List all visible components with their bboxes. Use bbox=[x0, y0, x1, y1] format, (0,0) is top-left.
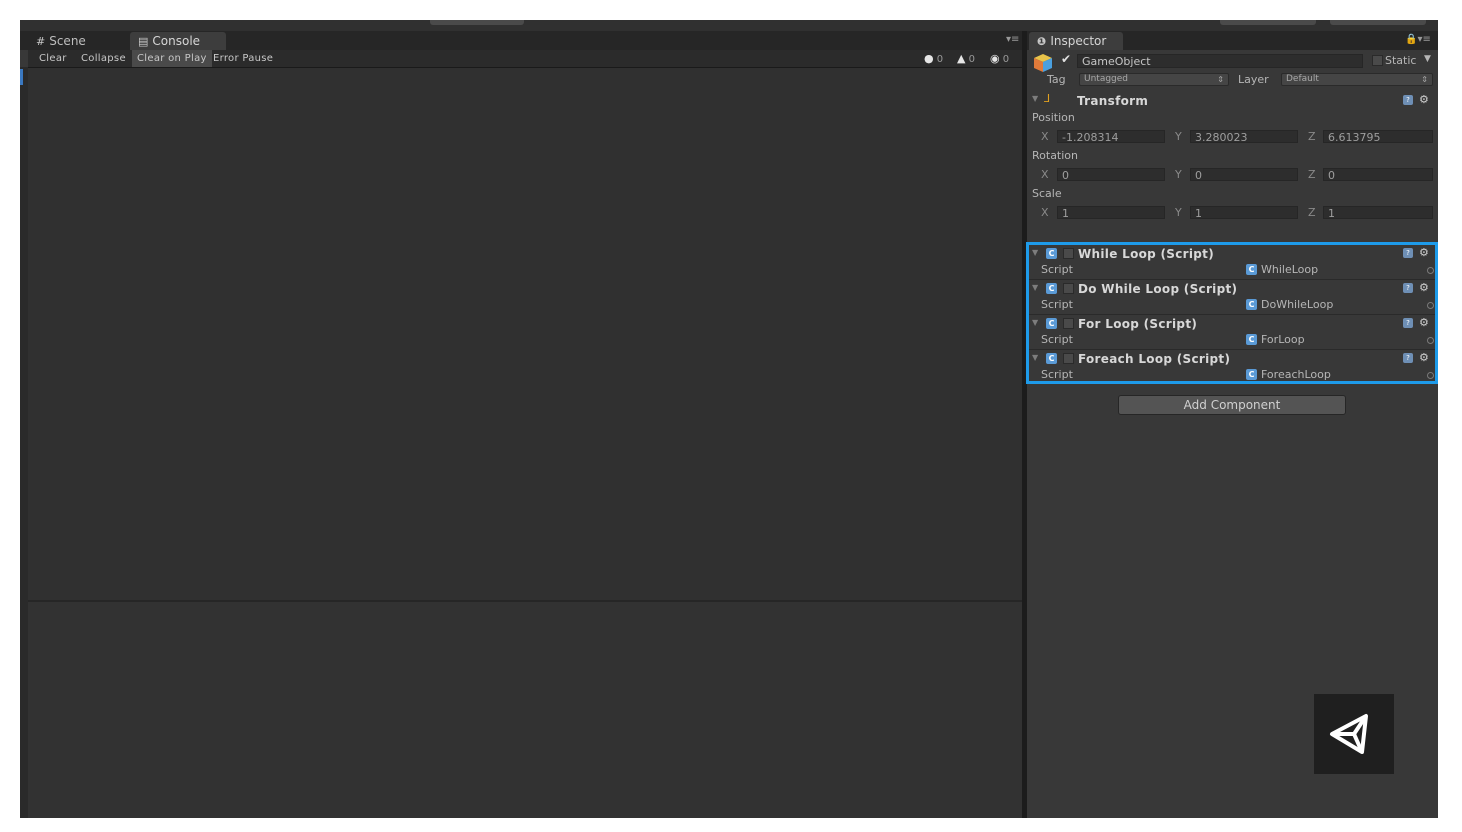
error-pause-button[interactable]: Error Pause bbox=[208, 50, 278, 67]
active-checkbox[interactable]: ✔ bbox=[1061, 53, 1071, 65]
dropdown-arrow-icon: ⇕ bbox=[1217, 75, 1224, 84]
selection-marker bbox=[20, 69, 23, 85]
transform-axis-icon: ⅃ bbox=[1044, 92, 1051, 105]
warning-count-toggle[interactable]: ▲ 0 bbox=[957, 50, 975, 67]
error-count-toggle[interactable]: ● 0 bbox=[924, 50, 943, 67]
rotation-y-field[interactable]: 0 bbox=[1190, 168, 1298, 181]
scene-console-tabbar: # Scene ▤ Console ▾≡ bbox=[20, 31, 1022, 50]
rotation-y-label: Y bbox=[1175, 168, 1182, 181]
console-detail-pane[interactable] bbox=[28, 602, 1022, 818]
unity-logo-icon bbox=[1330, 714, 1368, 754]
tag-label: Tag bbox=[1047, 73, 1066, 86]
scale-x-label: X bbox=[1041, 206, 1049, 219]
layer-label: Layer bbox=[1238, 73, 1269, 86]
layout-dropdown[interactable] bbox=[1330, 20, 1426, 25]
static-label: Static bbox=[1385, 54, 1417, 67]
console-icon: ▤ bbox=[138, 35, 149, 48]
scale-x-field[interactable]: 1 bbox=[1057, 206, 1165, 219]
rotation-x-label: X bbox=[1041, 168, 1049, 181]
unity-editor-window: # Scene ▤ Console ▾≡ Clear Collapse Clear … bbox=[20, 20, 1438, 818]
console-toolbar: Clear Collapse Clear on Play Error Pause… bbox=[28, 50, 1022, 68]
transform-title: Transform bbox=[1077, 94, 1149, 108]
position-label: Position bbox=[1032, 111, 1075, 124]
scale-z-label: Z bbox=[1308, 206, 1316, 219]
dropdown-arrow-icon: ⇕ bbox=[1421, 75, 1428, 84]
error-icon: ● bbox=[924, 52, 934, 65]
unity-logo bbox=[1314, 694, 1394, 774]
foldout-arrow-icon[interactable]: ▼ bbox=[1032, 94, 1038, 103]
object-name-field[interactable]: GameObject bbox=[1077, 54, 1363, 68]
scale-label: Scale bbox=[1032, 187, 1062, 200]
left-edge-strip bbox=[20, 67, 28, 818]
position-x-field[interactable]: -1.208314 bbox=[1057, 130, 1165, 143]
static-checkbox[interactable] bbox=[1372, 55, 1383, 66]
transform-header[interactable]: ▼ ⅃ Transform ? ⚙ bbox=[1027, 91, 1438, 109]
selection-highlight-box bbox=[1026, 242, 1438, 384]
tab-inspector[interactable]: ❶ Inspector bbox=[1029, 32, 1123, 50]
layers-dropdown[interactable] bbox=[1220, 20, 1316, 25]
help-icon[interactable]: ? bbox=[1403, 95, 1413, 105]
message-icon: ◉ bbox=[990, 52, 1000, 65]
scale-y-field[interactable]: 1 bbox=[1190, 206, 1298, 219]
clear-on-play-button[interactable]: Clear on Play bbox=[132, 50, 212, 67]
message-count-toggle[interactable]: ◉ 0 bbox=[990, 50, 1009, 67]
play-controls[interactable] bbox=[430, 20, 524, 25]
scale-z-field[interactable]: 1 bbox=[1323, 206, 1433, 219]
info-icon: ❶ bbox=[1037, 35, 1047, 48]
position-z-field[interactable]: 6.613795 bbox=[1323, 130, 1433, 143]
layer-dropdown[interactable]: Default ⇕ bbox=[1281, 73, 1433, 86]
rotation-x-field[interactable]: 0 bbox=[1057, 168, 1165, 181]
position-z-label: Z bbox=[1308, 130, 1316, 143]
inspector-tabbar: ❶ Inspector 🔒▾≡ bbox=[1027, 31, 1438, 50]
tab-scene[interactable]: # Scene bbox=[28, 32, 128, 50]
gameobject-cube-icon bbox=[1034, 54, 1052, 72]
main-toolbar bbox=[20, 20, 1438, 31]
scale-y-label: Y bbox=[1175, 206, 1182, 219]
rotation-label: Rotation bbox=[1032, 149, 1079, 162]
rotation-z-field[interactable]: 0 bbox=[1323, 168, 1433, 181]
warning-icon: ▲ bbox=[957, 52, 966, 65]
inspector-menu-icon[interactable]: 🔒▾≡ bbox=[1405, 34, 1431, 45]
tab-console[interactable]: ▤ Console bbox=[130, 32, 226, 50]
tag-dropdown[interactable]: Untagged ⇕ bbox=[1079, 73, 1229, 86]
rotation-z-label: Z bbox=[1308, 168, 1316, 181]
position-x-label: X bbox=[1041, 130, 1049, 143]
panel-menu-icon[interactable]: ▾≡ bbox=[1006, 34, 1019, 45]
console-log-list[interactable] bbox=[28, 68, 1022, 600]
grid-icon: # bbox=[36, 35, 46, 48]
position-y-label: Y bbox=[1175, 130, 1182, 143]
static-dropdown-arrow-icon[interactable]: ▼ bbox=[1424, 54, 1431, 64]
collapse-button[interactable]: Collapse bbox=[76, 50, 131, 67]
clear-button[interactable]: Clear bbox=[34, 50, 72, 67]
gear-icon[interactable]: ⚙ bbox=[1419, 93, 1429, 106]
position-y-field[interactable]: 3.280023 bbox=[1190, 130, 1298, 143]
add-component-button[interactable]: Add Component bbox=[1118, 395, 1346, 415]
